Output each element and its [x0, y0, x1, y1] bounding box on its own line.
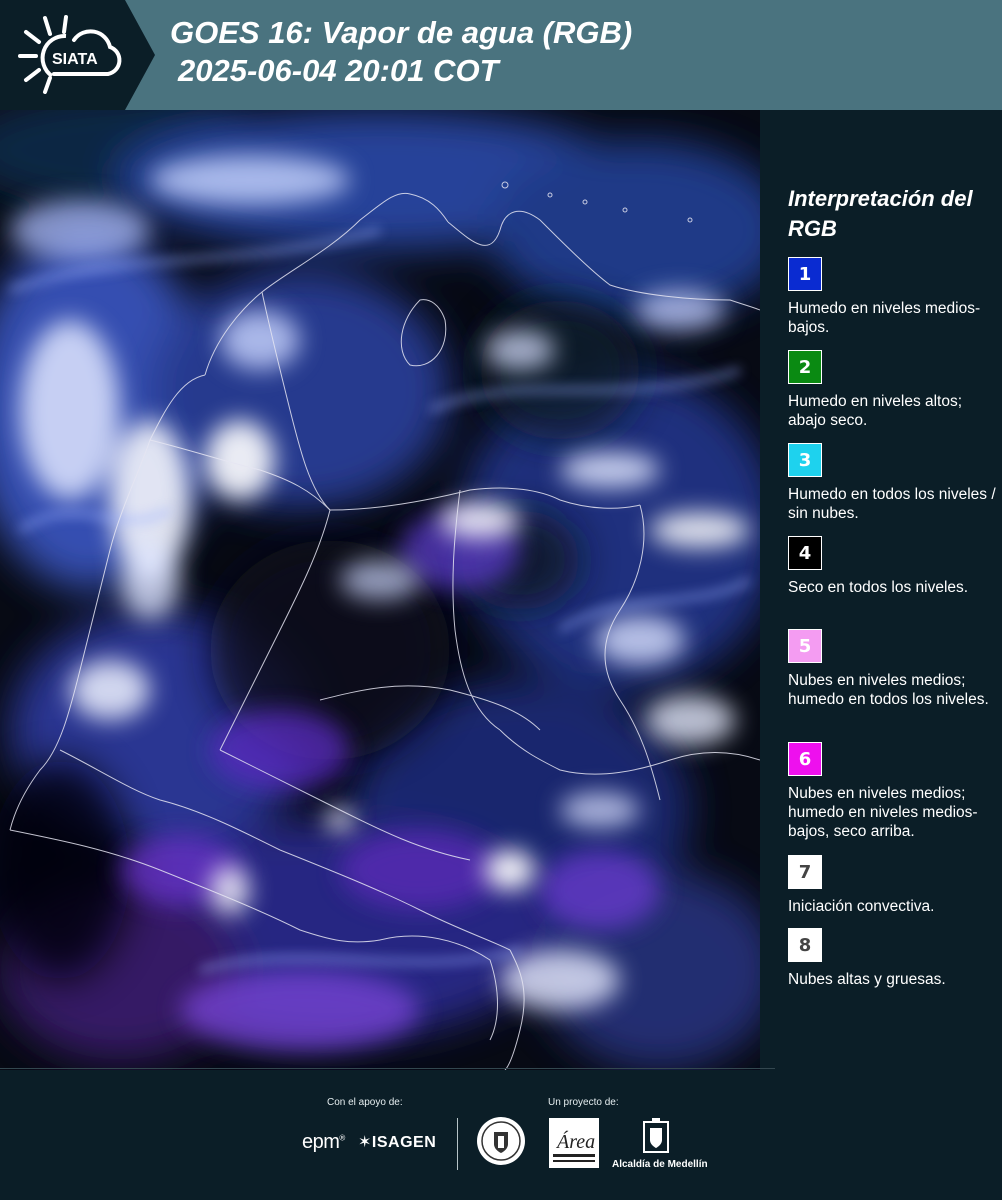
- area-logo-text: Área: [555, 1130, 595, 1153]
- legend-item-2: 2 Humedo en niveles altos; abajo seco.: [788, 350, 998, 430]
- area-metropolitana-icon: Área: [553, 1130, 595, 1162]
- satellite-image: [0, 110, 760, 1070]
- legend-text-8: Nubes altas y gruesas.: [788, 971, 946, 988]
- legend-item-3: 3 Humedo en todos los niveles / sin nube…: [788, 443, 998, 523]
- epm-logo[interactable]: epm®: [302, 1131, 345, 1154]
- legend-swatch-8: 8: [788, 928, 822, 962]
- legend-text-1: Humedo en niveles medios-bajos.: [788, 300, 981, 336]
- legend-swatch-4: 4: [788, 536, 822, 570]
- legend-swatch-1: 1: [788, 257, 822, 291]
- legend-item-4: 4 Seco en todos los niveles.: [788, 536, 998, 597]
- area-metropolitana-logo[interactable]: Área: [549, 1118, 599, 1168]
- legend-title: Interpretación del RGB: [788, 186, 973, 241]
- legend-item-7: 7 Iniciación convectiva.: [788, 855, 998, 916]
- legend-swatch-3: 3: [788, 443, 822, 477]
- legend-text-7: Iniciación convectiva.: [788, 898, 935, 915]
- legend-item-5: 5 Nubes en niveles medios; humedo en tod…: [788, 629, 998, 709]
- legend-swatch-6: 6: [788, 742, 822, 776]
- legend-text-5: Nubes en niveles medios; humedo en todos…: [788, 672, 989, 708]
- legend-item-1: 1 Humedo en niveles medios-bajos.: [788, 257, 998, 337]
- siata-logo-text: SIATA: [52, 51, 98, 68]
- alcaldia-medellin-shield-icon[interactable]: [640, 1118, 672, 1156]
- medellin-seal-icon[interactable]: [476, 1116, 526, 1166]
- project-caption: Un proyecto de:: [548, 1097, 619, 1108]
- legend-text-2: Humedo en niveles altos; abajo seco.: [788, 393, 963, 429]
- legend-swatch-7: 7: [788, 855, 822, 889]
- title-line-1: GOES 16: Vapor de agua (RGB): [170, 15, 633, 50]
- isagen-leaf-icon: ✶: [358, 1134, 372, 1151]
- footer: Con el apoyo de: Un proyecto de: epm® ✶I…: [0, 1068, 1002, 1200]
- page-title: GOES 16: Vapor de agua (RGB) 2025-06-04 …: [170, 14, 632, 90]
- legend-swatch-5: 5: [788, 629, 822, 663]
- support-caption: Con el apoyo de:: [327, 1097, 403, 1108]
- header-bar: SIATA GOES 16: Vapor de agua (RGB) 2025-…: [0, 0, 1002, 110]
- footer-vertical-divider: [457, 1118, 458, 1170]
- isagen-logo[interactable]: ✶ISAGEN: [358, 1132, 436, 1152]
- siata-logo-icon[interactable]: SIATA: [14, 14, 126, 94]
- legend-text-4: Seco en todos los niveles.: [788, 579, 969, 596]
- legend-item-6: 6 Nubes en niveles medios; humedo en niv…: [788, 742, 998, 841]
- footer-divider: [0, 1068, 775, 1069]
- alcaldia-medellin-text: Alcaldía de Medellín: [612, 1159, 708, 1170]
- legend-swatch-2: 2: [788, 350, 822, 384]
- legend-item-8: 8 Nubes altas y gruesas.: [788, 928, 998, 989]
- satellite-map[interactable]: [0, 110, 760, 1070]
- legend-panel: Interpretación del RGB 1 Humedo en nivel…: [760, 110, 1002, 1070]
- legend-text-3: Humedo en todos los niveles / sin nubes.: [788, 486, 996, 522]
- epm-logo-text: epm: [302, 1131, 340, 1153]
- legend-text-6: Nubes en niveles medios; humedo en nivel…: [788, 785, 978, 840]
- title-line-2: 2025-06-04 20:01 COT: [178, 53, 499, 88]
- isagen-logo-text: ISAGEN: [371, 1134, 437, 1151]
